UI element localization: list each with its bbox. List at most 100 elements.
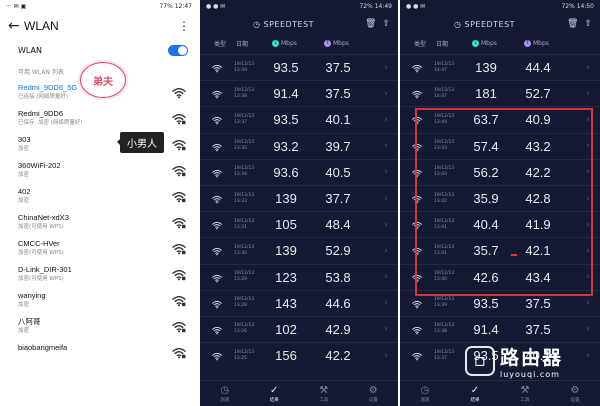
network-item[interactable]: 360WiFi-202 加密 <box>0 158 198 184</box>
chevron-right-icon: › <box>384 298 388 309</box>
nav-settings[interactable]: ⚙ 设置 <box>571 385 580 403</box>
row-wifi-icon <box>412 268 434 287</box>
col-type[interactable]: 类型 <box>414 39 436 48</box>
status-left: ··· ✉ ▣ <box>6 3 27 10</box>
network-item[interactable]: ChinaNet-xdX3 加密(可使用 WPS) <box>0 210 198 236</box>
row-time: 13:31 <box>234 224 247 230</box>
col-upload[interactable]: ↑ Mbps <box>324 39 349 47</box>
result-row[interactable]: 19/12/13 13:39 93.5 37.5 › <box>200 54 398 80</box>
row-time: 13:35 <box>234 146 247 152</box>
upload-value: 40.1 <box>325 112 351 128</box>
col-date[interactable]: 日期 <box>236 39 272 48</box>
wifi-icon <box>212 222 222 230</box>
row-datetime: 19/12/13 13:43 <box>434 166 460 178</box>
result-row[interactable]: 19/12/13 13:40 42.6 43.4 › <box>400 263 600 290</box>
download-value: 102 <box>275 321 297 337</box>
download-value: 93.6 <box>273 164 299 180</box>
upload-value: 52.7 <box>525 86 551 102</box>
status-bar: ··· ✉ ▣ 77% 12:47 <box>0 0 198 13</box>
row-wifi-icon <box>412 189 434 208</box>
wifi-icon <box>412 64 422 73</box>
nav-tools[interactable]: ⚒ 工具 <box>319 385 328 403</box>
result-row[interactable]: 19/12/13 14:47 181 52.7 › <box>400 80 600 106</box>
chevron-right-icon: › <box>586 193 590 204</box>
network-status: 加密 <box>18 328 30 334</box>
network-item[interactable]: 303 加密 <box>0 132 198 158</box>
status-right: 72% 14:50 <box>561 3 594 10</box>
result-row[interactable]: 19/12/13 13:25 156 42.2 › <box>200 342 398 368</box>
chevron-right-icon: › <box>384 167 388 178</box>
nav-results[interactable]: ✓ 结果 <box>270 385 279 403</box>
network-item[interactable]: CMCC-HVer 加密(可使用 WPS) <box>0 236 198 262</box>
result-row[interactable]: 19/12/13 13:34 93.6 40.5 › <box>200 158 398 185</box>
network-item[interactable]: 八阿哥 加密 <box>0 314 198 340</box>
wifi-icon <box>412 274 422 282</box>
wlan-toggle[interactable] <box>168 44 188 56</box>
network-name: 八阿哥 <box>18 317 41 326</box>
col-download[interactable]: ↓ Mbps <box>272 39 324 47</box>
row-time: 13:34 <box>234 172 247 178</box>
upload-value: 43.2 <box>525 138 551 154</box>
result-row[interactable]: 19/12/13 13:37 93.5 40.1 › <box>200 106 398 132</box>
row-time: 13:42 <box>434 198 447 204</box>
result-row[interactable]: 19/12/13 13:42 35.9 42.8 › <box>400 184 600 211</box>
download-value: 42.6 <box>473 269 499 285</box>
row-time: 13:25 <box>234 355 247 361</box>
nav-speed[interactable]: ◷ 测速 <box>220 385 229 403</box>
result-row[interactable]: 19/12/13 13:43 56.2 42.2 › <box>400 158 600 185</box>
result-row[interactable]: 19/12/13 13:35 93.2 39.7 › <box>200 132 398 159</box>
nav-speed[interactable]: ◷ 测速 <box>421 385 430 403</box>
col-upload[interactable]: ↑ Mbps <box>524 39 549 47</box>
chevron-right-icon: › <box>384 350 388 361</box>
nav-label: 设置 <box>368 397 378 403</box>
nav-results[interactable]: ✓ 结果 <box>471 385 480 403</box>
network-item[interactable]: 402 加密 <box>0 184 198 210</box>
wlan-toggle-row[interactable]: WLAN <box>0 39 198 61</box>
result-row[interactable]: 19/12/13 13:33 139 37.7 › <box>200 184 398 211</box>
result-row[interactable]: 19/12/13 13:38 91.4 37.5 › <box>200 80 398 106</box>
share-icon[interactable]: ⇧ <box>382 19 390 29</box>
network-item[interactable]: wanying 加密 <box>0 288 198 314</box>
result-row[interactable]: 19/12/13 13:29 123 53.8 › <box>200 263 398 290</box>
result-row[interactable]: 19/12/13 13:26 102 42.9 › <box>200 315 398 342</box>
row-datetime: 19/12/13 13:25 <box>234 350 260 362</box>
result-row[interactable]: 19/12/13 13:28 143 44.6 › <box>200 289 398 316</box>
result-row[interactable]: 19/12/13 13:38 91.4 37.5 › <box>400 315 600 342</box>
upload-value: 37.5 <box>325 86 351 102</box>
result-row[interactable]: 19/12/13 13:41 40.4 41.9 › <box>400 211 600 237</box>
result-row[interactable]: 19/12/13 13:41 35.7 42.1 › <box>400 237 600 263</box>
trash-icon[interactable]: 🗑 <box>567 19 578 29</box>
result-row[interactable]: 19/12/13 13:31 105 48.4 › <box>200 211 398 237</box>
wifi-icon <box>212 274 222 282</box>
row-time: 14:47 <box>434 67 447 73</box>
chevron-right-icon: › <box>384 62 388 73</box>
col-download[interactable]: ↓ Mbps <box>472 39 524 47</box>
more-vertical-icon[interactable]: ⋮ <box>178 19 190 33</box>
wifi-icon <box>172 322 186 333</box>
network-item[interactable]: D-Link_DIR-301 加密(可使用 WPS) <box>0 262 198 288</box>
chevron-right-icon: › <box>384 193 388 204</box>
share-icon[interactable]: ⇧ <box>584 19 592 29</box>
network-item[interactable]: Redmi_9DD6 已保存, 加密 (网络质量好) <box>0 106 198 132</box>
trash-icon[interactable]: 🗑 <box>365 19 376 29</box>
nav-label: 测速 <box>220 397 230 403</box>
result-row[interactable]: 19/12/13 13:43 57.4 43.2 › <box>400 132 600 159</box>
row-wifi-icon <box>412 58 434 77</box>
nav-settings[interactable]: ⚙ 设置 <box>369 385 378 403</box>
back-arrow-icon[interactable]: ← <box>8 18 24 34</box>
wifi-icon <box>212 169 222 178</box>
col-type[interactable]: 类型 <box>214 39 236 48</box>
row-datetime: 19/12/13 13:39 <box>234 62 260 74</box>
download-value: 139 <box>475 60 497 76</box>
result-row[interactable]: 19/12/13 13:30 139 52.9 › <box>200 237 398 263</box>
col-date[interactable]: 日期 <box>436 39 472 48</box>
nav-tools[interactable]: ⚒ 工具 <box>521 385 530 403</box>
download-value: 93.5 <box>473 295 499 311</box>
result-row[interactable]: 19/12/13 13:44 63.7 40.9 › <box>400 106 600 132</box>
wifi-icon <box>172 140 186 151</box>
network-item[interactable]: biaobangmeifa <box>0 340 198 366</box>
upload-value: 37.5 <box>325 60 351 76</box>
status-time: 14:49 <box>374 3 392 10</box>
result-row[interactable]: 19/12/13 13:39 93.5 37.5 › <box>400 289 600 316</box>
result-row[interactable]: 19/12/13 14:47 139 44.4 › <box>400 54 600 80</box>
